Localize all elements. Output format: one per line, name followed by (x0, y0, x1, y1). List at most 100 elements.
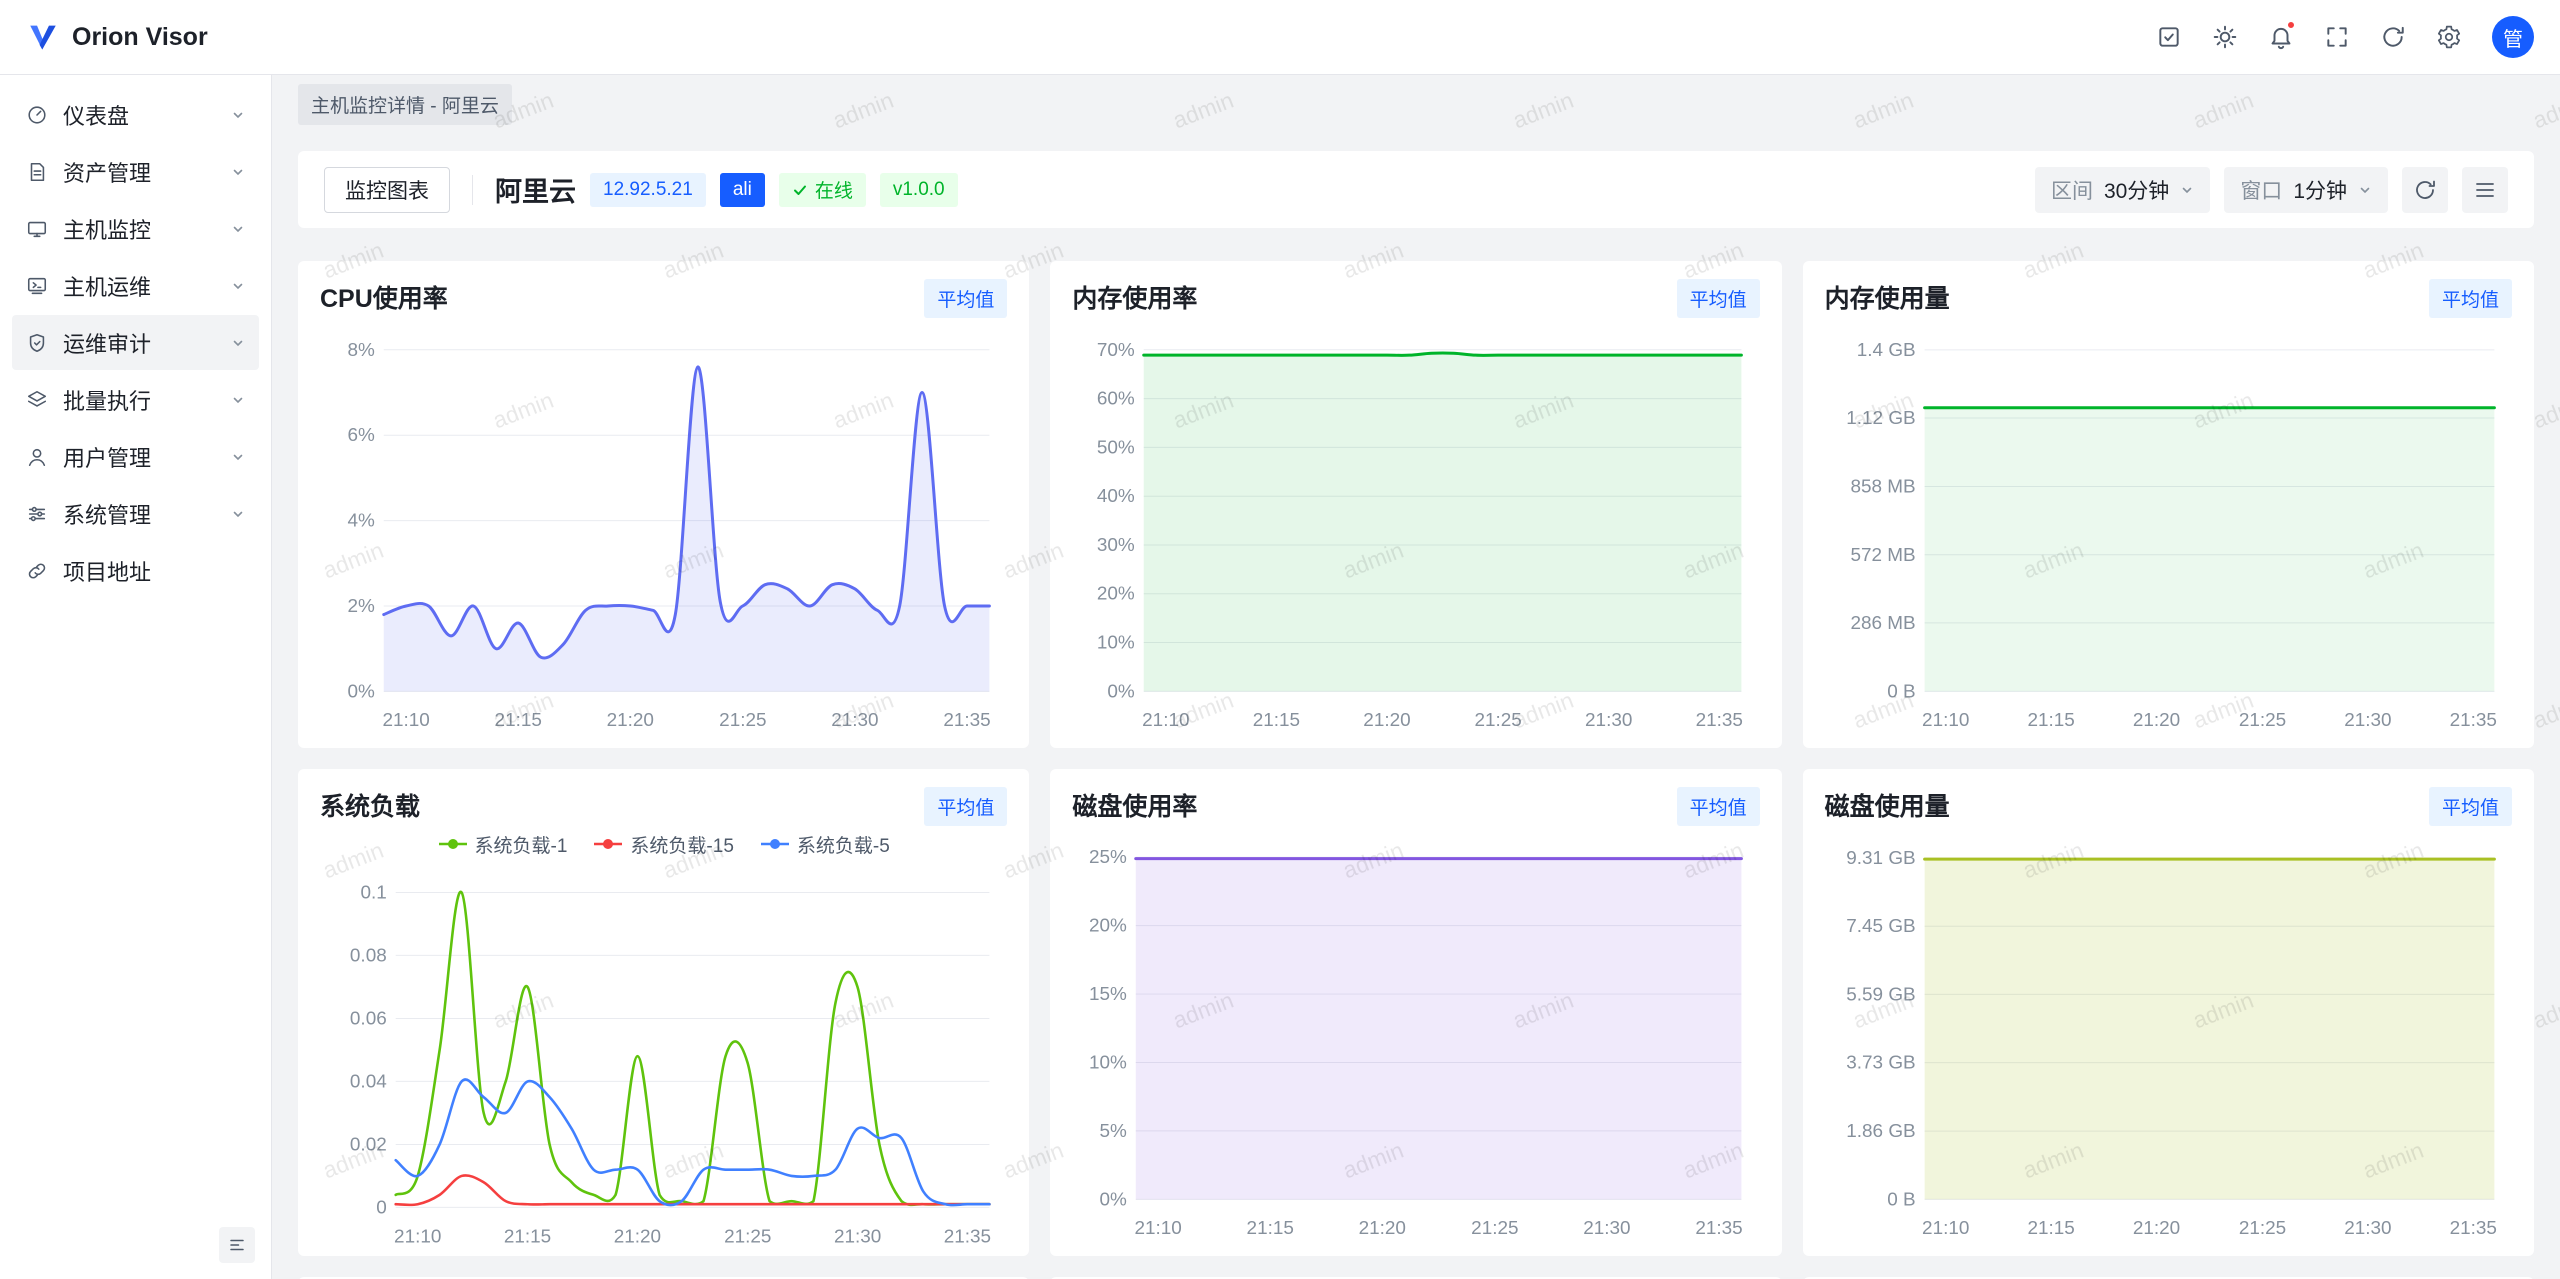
vertical-divider (472, 175, 473, 205)
sidebar-item-assets[interactable]: 资产管理 (12, 144, 259, 199)
monitor-chart-button[interactable]: 监控图表 (324, 167, 450, 213)
chevron-down-icon (2358, 183, 2372, 197)
svg-text:0%: 0% (347, 681, 375, 702)
svg-text:6%: 6% (347, 425, 375, 446)
layers-icon (26, 389, 48, 411)
svg-text:0.02: 0.02 (350, 1134, 387, 1155)
svg-text:21:35: 21:35 (2449, 1218, 2496, 1239)
chart-title: CPU使用率 (320, 279, 448, 315)
svg-text:21:15: 21:15 (495, 710, 542, 731)
host-info-group: 监控图表 阿里云 12.92.5.21 ali 在线 v1.0.0 (324, 167, 958, 213)
sidebar-item-host-monitor[interactable]: 主机监控 (12, 201, 259, 256)
settings-button[interactable] (2426, 14, 2472, 60)
app-logo[interactable]: Orion Visor (26, 20, 208, 54)
chart-card-memory-usage-amount: 内存使用量 平均值 0 B286 MB572 MB858 MB1.12 GB1.… (1803, 261, 2534, 748)
chevron-down-icon (2180, 183, 2194, 197)
legend-item[interactable]: 系统负载-1 (438, 831, 568, 858)
svg-text:20%: 20% (1097, 584, 1135, 605)
svg-text:1.4 GB: 1.4 GB (1856, 340, 1915, 361)
svg-text:0: 0 (376, 1197, 387, 1218)
topbar: Orion Visor (0, 0, 2560, 75)
theme-sun-icon[interactable] (2202, 14, 2248, 60)
sidebar-item-ops-audit[interactable]: 运维审计 (12, 315, 259, 370)
svg-text:0%: 0% (1100, 1189, 1128, 1210)
sidebar-item-host-ops[interactable]: 主机运维 (12, 258, 259, 313)
chart-card-memory-usage-rate: 内存使用率 平均值 0%10%20%30%40%50%60%70%21:1021… (1050, 261, 1781, 748)
sidebar-item-batch-exec[interactable]: 批量执行 (12, 372, 259, 427)
svg-text:40%: 40% (1097, 486, 1135, 507)
legend-item[interactable]: 系统负载-15 (593, 831, 733, 858)
svg-text:5.59 GB: 5.59 GB (1846, 984, 1915, 1005)
svg-text:21:25: 21:25 (1475, 710, 1522, 731)
svg-text:7.45 GB: 7.45 GB (1846, 916, 1915, 937)
refresh-page-button[interactable] (2370, 14, 2416, 60)
memory-usage-rate-chart: 0%10%20%30%40%50%60%70%21:1021:1521:2021… (1072, 318, 1759, 738)
cpu-usage-chart: 0%2%4%6%8%21:1021:1521:2021:2521:3021:35 (320, 318, 1007, 738)
average-badge[interactable]: 平均值 (2429, 279, 2512, 318)
sidebar-collapse-button[interactable] (219, 1227, 255, 1263)
notifications-bell-button[interactable] (2258, 14, 2304, 60)
check-icon (792, 182, 808, 198)
chart-list-settings-button[interactable] (2462, 167, 2508, 213)
refresh-charts-button[interactable] (2402, 167, 2448, 213)
svg-text:21:30: 21:30 (2344, 710, 2391, 731)
user-icon (26, 446, 48, 468)
svg-text:21:25: 21:25 (2238, 710, 2285, 731)
topbar-actions: 管 (2146, 14, 2534, 60)
refresh-icon (2413, 178, 2437, 202)
svg-text:858 MB: 858 MB (1850, 476, 1915, 497)
interval-select[interactable]: 区间 30分钟 (2035, 167, 2210, 213)
svg-text:60%: 60% (1097, 389, 1135, 410)
charts-grid: CPU使用率 平均值 0%2%4%6%8%21:1021:1521:2021:2… (298, 261, 2534, 1256)
chevron-down-icon (231, 108, 245, 122)
check-square-icon (2156, 24, 2182, 50)
svg-text:2%: 2% (347, 596, 375, 617)
svg-text:21:10: 21:10 (1922, 710, 1969, 731)
avatar[interactable]: 管 (2492, 16, 2534, 58)
svg-text:21:10: 21:10 (1143, 710, 1190, 731)
svg-text:21:10: 21:10 (394, 1226, 441, 1247)
svg-text:0.06: 0.06 (350, 1008, 387, 1029)
logo-v-icon (26, 20, 60, 54)
average-badge[interactable]: 平均值 (924, 279, 1007, 318)
svg-text:5%: 5% (1100, 1121, 1128, 1142)
svg-text:21:15: 21:15 (2027, 710, 2074, 731)
chevron-down-icon (231, 507, 245, 521)
chevron-down-icon (231, 279, 245, 293)
window-select[interactable]: 窗口 1分钟 (2224, 167, 2388, 213)
chart-card-disk-usage-amount: 磁盘使用量 平均值 0 B1.86 GB3.73 GB5.59 GB7.45 G… (1803, 769, 2534, 1256)
svg-text:1.12 GB: 1.12 GB (1846, 408, 1915, 429)
average-badge[interactable]: 平均值 (1677, 279, 1760, 318)
legend-item[interactable]: 系统负载-5 (760, 831, 890, 858)
sidebar-item-dashboard[interactable]: 仪表盘 (12, 87, 259, 142)
shield-check-icon (26, 332, 48, 354)
svg-text:21:30: 21:30 (831, 710, 878, 731)
sidebar-item-project-link[interactable]: 项目地址 (12, 543, 259, 598)
sidebar-item-system-mgmt[interactable]: 系统管理 (12, 486, 259, 541)
content-area: adminadminadminadminadminadminadminadmin… (272, 75, 2560, 1279)
svg-text:21:10: 21:10 (1922, 1218, 1969, 1239)
average-badge[interactable]: 平均值 (2429, 787, 2512, 826)
svg-text:3.73 GB: 3.73 GB (1846, 1053, 1915, 1074)
svg-text:0.08: 0.08 (350, 945, 387, 966)
link-icon (26, 560, 48, 582)
sidebar-item-user-mgmt[interactable]: 用户管理 (12, 429, 259, 484)
average-badge[interactable]: 平均值 (924, 787, 1007, 826)
svg-text:21:15: 21:15 (1247, 1218, 1294, 1239)
chart-card-system-load: 系统负载 平均值 系统负载-1系统负载-15系统负载-5 00.020.040.… (298, 769, 1029, 1256)
svg-text:21:35: 21:35 (2449, 710, 2496, 731)
svg-text:21:20: 21:20 (1364, 710, 1411, 731)
chart-title: 磁盘使用率 (1072, 787, 1197, 823)
fullscreen-button[interactable] (2314, 14, 2360, 60)
average-badge[interactable]: 平均值 (1677, 787, 1760, 826)
svg-text:21:25: 21:25 (724, 1226, 771, 1247)
host-code-tag: ali (720, 173, 765, 207)
todo-check-square-icon[interactable] (2146, 14, 2192, 60)
menu-fold-icon (228, 1236, 246, 1254)
svg-text:21:10: 21:10 (383, 710, 430, 731)
chevron-down-icon (231, 336, 245, 350)
gear-icon (2436, 24, 2462, 50)
svg-text:21:20: 21:20 (614, 1226, 661, 1247)
svg-text:0 B: 0 B (1887, 1189, 1915, 1210)
svg-text:21:10: 21:10 (1135, 1218, 1182, 1239)
